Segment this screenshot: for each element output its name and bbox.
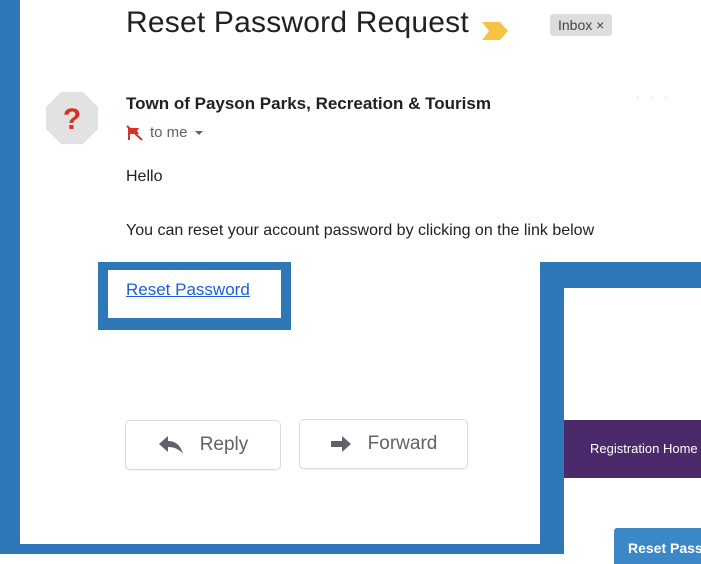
chevron-down-icon[interactable]: [194, 129, 204, 137]
annotation-frame-left: [0, 0, 20, 554]
reset-password-link[interactable]: Reset Password: [126, 280, 250, 300]
forward-icon: [330, 436, 351, 452]
svg-text:?: ?: [63, 103, 81, 136]
annotation-frame-right: [540, 262, 564, 554]
recipient-label: to me: [150, 124, 188, 141]
inbox-label-chip[interactable]: Inbox ×: [550, 14, 613, 36]
reply-button[interactable]: Reply: [125, 420, 281, 470]
reply-icon: [158, 436, 183, 454]
unknown-sender-avatar-icon: ?: [46, 92, 98, 144]
forward-button[interactable]: Forward: [299, 419, 468, 469]
recipient-row[interactable]: to me: [126, 124, 204, 141]
annotation-frame-top: [540, 262, 701, 288]
registration-home-nav[interactable]: Registration Home: [564, 420, 701, 478]
no-encryption-icon: [126, 124, 143, 141]
header-dots: · · ·: [636, 92, 672, 103]
forward-label: Forward: [367, 433, 438, 454]
email-body-text: You can reset your account password by c…: [126, 222, 595, 239]
reset-password-button[interactable]: Reset Password: [614, 528, 701, 564]
annotation-frame-bottom: [0, 544, 566, 554]
reply-label: Reply: [199, 434, 249, 455]
email-greeting: Hello: [126, 168, 163, 185]
important-marker-icon[interactable]: [482, 22, 508, 40]
sender-name[interactable]: Town of Payson Parks, Recreation & Touri…: [126, 94, 491, 114]
email-subject: Reset Password Request: [126, 6, 469, 39]
